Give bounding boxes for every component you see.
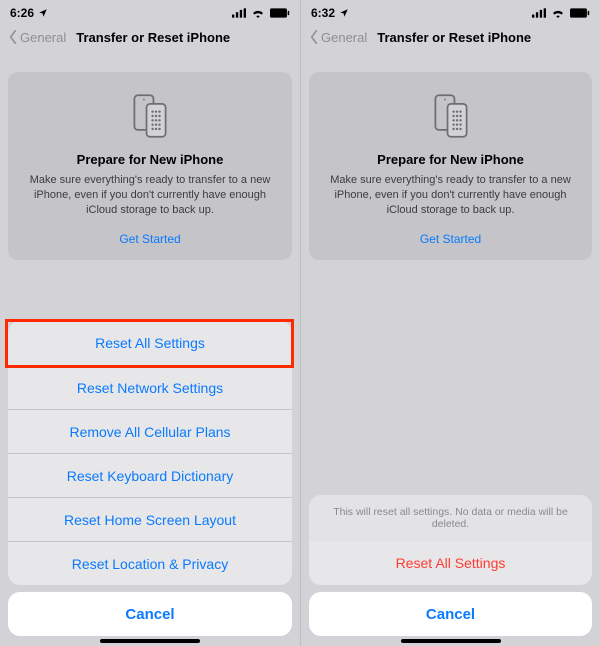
status-bar: 6:26 (0, 0, 300, 22)
page-title: Transfer or Reset iPhone (76, 30, 230, 45)
get-started-link[interactable]: Get Started (22, 232, 278, 246)
card-title: Prepare for New iPhone (22, 152, 278, 167)
home-indicator[interactable] (401, 639, 501, 643)
confirm-message: This will reset all settings. No data or… (309, 495, 592, 541)
reset-keyboard-dictionary-option[interactable]: Reset Keyboard Dictionary (8, 453, 292, 497)
status-bar: 6:32 (301, 0, 600, 22)
chevron-left-icon (309, 30, 319, 44)
page-title: Transfer or Reset iPhone (377, 30, 531, 45)
location-icon (339, 8, 349, 18)
back-label: General (20, 30, 66, 45)
home-indicator[interactable] (100, 639, 200, 643)
cancel-button[interactable]: Cancel (8, 592, 292, 636)
get-started-link[interactable]: Get Started (323, 232, 578, 246)
signal-icon (532, 8, 546, 18)
back-button[interactable]: General (309, 30, 367, 45)
battery-icon (270, 8, 290, 18)
action-sheet: Reset All Settings Reset Network Setting… (8, 321, 292, 636)
prepare-card: Prepare for New iPhone Make sure everyth… (309, 72, 592, 260)
phones-icon (425, 90, 477, 142)
nav-bar: General Transfer or Reset iPhone (301, 22, 600, 52)
nav-bar: General Transfer or Reset iPhone (0, 22, 300, 52)
phones-icon (124, 90, 176, 142)
location-icon (38, 8, 48, 18)
remove-cellular-plans-option[interactable]: Remove All Cellular Plans (8, 409, 292, 453)
wifi-icon (551, 8, 565, 18)
wifi-icon (251, 8, 265, 18)
reset-all-settings-option[interactable]: Reset All Settings (8, 321, 292, 365)
confirm-sheet: This will reset all settings. No data or… (309, 495, 592, 636)
battery-icon (570, 8, 590, 18)
signal-icon (232, 8, 246, 18)
screenshot-left: 6:26 General Transfer or Reset iPhone (0, 0, 300, 646)
chevron-left-icon (8, 30, 18, 44)
reset-home-screen-option[interactable]: Reset Home Screen Layout (8, 497, 292, 541)
confirm-reset-button[interactable]: Reset All Settings (309, 541, 592, 585)
status-time: 6:32 (311, 6, 335, 20)
prepare-card: Prepare for New iPhone Make sure everyth… (8, 72, 292, 260)
card-body: Make sure everything's ready to transfer… (323, 173, 578, 218)
back-label: General (321, 30, 367, 45)
back-button[interactable]: General (8, 30, 66, 45)
sheet-options: Reset All Settings Reset Network Setting… (8, 321, 292, 585)
reset-network-settings-option[interactable]: Reset Network Settings (8, 365, 292, 409)
cancel-button[interactable]: Cancel (309, 592, 592, 636)
screenshot-right: 6:32 General Transfer or Reset iPhone (300, 0, 600, 646)
status-time: 6:26 (10, 6, 34, 20)
reset-location-privacy-option[interactable]: Reset Location & Privacy (8, 541, 292, 585)
card-body: Make sure everything's ready to transfer… (22, 173, 278, 218)
confirm-group: This will reset all settings. No data or… (309, 495, 592, 585)
card-title: Prepare for New iPhone (323, 152, 578, 167)
